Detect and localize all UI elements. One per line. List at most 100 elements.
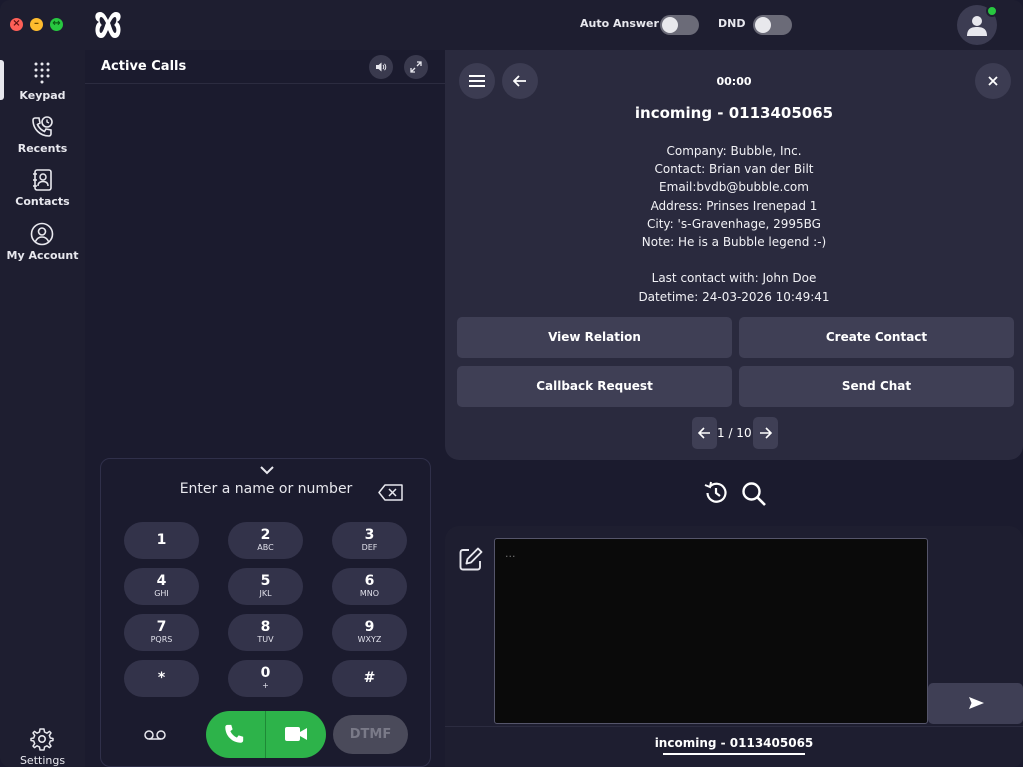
key-letters: MNO (359, 589, 380, 598)
phone-call-icon[interactable] (223, 723, 245, 745)
dnd-toggle[interactable] (753, 15, 792, 35)
account-icon (30, 222, 54, 246)
sidebar-item-settings[interactable]: Settings (0, 727, 85, 767)
dial-key-7[interactable]: 7 PQRS (124, 614, 199, 651)
dial-key-2[interactable]: 2 ABC (228, 522, 303, 559)
key-digit: 0 (260, 665, 271, 681)
chevron-down-icon[interactable] (259, 465, 275, 475)
dial-input[interactable]: Enter a name or number (121, 481, 411, 497)
expand-button[interactable] (404, 55, 428, 79)
key-digit: 4 (156, 573, 167, 589)
auto-answer-toggle[interactable] (660, 15, 699, 35)
toggle-knob (755, 17, 771, 33)
sidebar-item-label: Contacts (15, 195, 70, 208)
title-bar: × – ↔ Auto Answer DND (0, 0, 1023, 50)
pager-next-button[interactable] (753, 417, 778, 449)
minimize-window-button[interactable]: – (30, 18, 43, 31)
dial-key-6[interactable]: 6 MNO (332, 568, 407, 605)
key-digit: # (363, 670, 376, 686)
dial-key-4[interactable]: 4 GHI (124, 568, 199, 605)
video-call-icon[interactable] (284, 725, 308, 743)
sidebar-item-contacts[interactable]: Contacts (0, 168, 85, 218)
dial-key-8[interactable]: 8 TUV (228, 614, 303, 651)
caller-info: Company: Bubble, Inc. Contact: Brian van… (445, 142, 1023, 306)
history-icon[interactable] (703, 480, 729, 506)
dtmf-button[interactable]: DTMF (333, 715, 408, 754)
toggle-knob (662, 17, 678, 33)
dial-key-0[interactable]: 0 + (228, 660, 303, 697)
dial-key-star[interactable]: * (124, 660, 199, 697)
dial-key-1[interactable]: 1 (124, 522, 199, 559)
key-letters: + (262, 681, 269, 690)
speaker-button[interactable] (369, 55, 393, 79)
notes-textarea[interactable] (494, 538, 928, 724)
close-window-icon: × (12, 18, 21, 29)
dialpad: Enter a name or number 1 2 ABC 3 DEF 4 GHI … (100, 458, 431, 767)
call-timer: 00:00 (716, 75, 752, 88)
call-button-group (206, 711, 326, 758)
gear-icon (30, 728, 54, 751)
close-button[interactable] (975, 63, 1011, 99)
keypad-icon (34, 62, 50, 84)
sidebar-item-recents[interactable]: Recents (0, 115, 85, 165)
send-icon (969, 697, 984, 709)
key-letters: GHI (154, 589, 169, 598)
auto-answer-label: Auto Answer (580, 17, 659, 30)
dial-key-3[interactable]: 3 DEF (332, 522, 407, 559)
view-relation-button[interactable]: View Relation (457, 317, 732, 358)
call-tab-bar: incoming - 0113405065 (445, 726, 1023, 767)
send-chat-button[interactable]: Send Chat (739, 366, 1014, 407)
create-contact-button[interactable]: Create Contact (739, 317, 1014, 358)
active-calls-header: Active Calls (85, 50, 445, 84)
info-line: Last contact with: John Doe (651, 271, 817, 286)
maximize-window-icon: ↔ (52, 18, 61, 29)
active-tab-underline (663, 753, 805, 755)
key-digit: 8 (260, 619, 271, 635)
active-calls-title: Active Calls (101, 59, 187, 74)
sidebar-item-label: Settings (19, 754, 66, 767)
info-line: Datetime: 24-03-2026 10:49:41 (638, 289, 830, 304)
sidebar-item-my-account[interactable]: My Account (0, 222, 85, 272)
backspace-icon[interactable] (378, 484, 404, 501)
key-letters: ABC (257, 543, 274, 552)
send-button[interactable] (928, 683, 1023, 724)
info-line: Company: Bubble, Inc. (666, 144, 802, 158)
tab-incoming-call[interactable]: incoming - 0113405065 (445, 736, 1023, 750)
avatar[interactable] (957, 5, 998, 45)
expand-icon (410, 61, 422, 73)
info-line: Note: He is a Bubble legend :-) (641, 234, 827, 249)
sidebar-item-label: Keypad (19, 89, 66, 102)
pager-label: 1 / 10 (717, 426, 752, 440)
speaker-icon (376, 62, 387, 72)
arrow-left-icon (698, 427, 710, 439)
sidebar-item-label: My Account (6, 249, 79, 262)
key-digit: 3 (364, 527, 375, 543)
maximize-window-button[interactable]: ↔ (50, 18, 63, 31)
edit-icon (459, 547, 483, 571)
notes-panel (445, 526, 1023, 726)
dial-key-9[interactable]: 9 WXYZ (332, 614, 407, 651)
sidebar-item-keypad[interactable]: Keypad (0, 60, 85, 110)
key-digit: 1 (156, 532, 167, 548)
bubble-logo-icon (95, 12, 121, 38)
search-icon[interactable] (741, 481, 767, 507)
dnd-label: DND (718, 17, 746, 30)
voicemail-icon[interactable] (143, 729, 167, 741)
active-calls-panel: Active Calls Enter a name or number 1 2 … (85, 50, 445, 767)
info-line: City: 's-Gravenhage, 2995BG (647, 216, 821, 231)
dial-key-hash[interactable]: # (332, 660, 407, 697)
call-title: incoming - 0113405065 (634, 104, 834, 122)
minimize-window-icon: – (34, 18, 39, 29)
key-letters: TUV (257, 635, 274, 644)
key-letters: WXYZ (357, 635, 382, 644)
key-digit: 5 (260, 573, 271, 589)
callback-request-button[interactable]: Callback Request (457, 366, 732, 407)
dial-key-5[interactable]: 5 JKL (228, 568, 303, 605)
pager-prev-button[interactable] (692, 417, 717, 449)
app-window: × – ↔ Auto Answer DND Keypad Recents Con… (0, 0, 1023, 767)
close-window-button[interactable]: × (10, 18, 23, 31)
key-digit: 2 (260, 527, 271, 543)
call-details-panel: 00:00 incoming - 0113405065 Company: Bub… (445, 50, 1023, 767)
call-divider (265, 711, 266, 758)
info-line: Contact: Brian van der Bilt (654, 162, 814, 177)
